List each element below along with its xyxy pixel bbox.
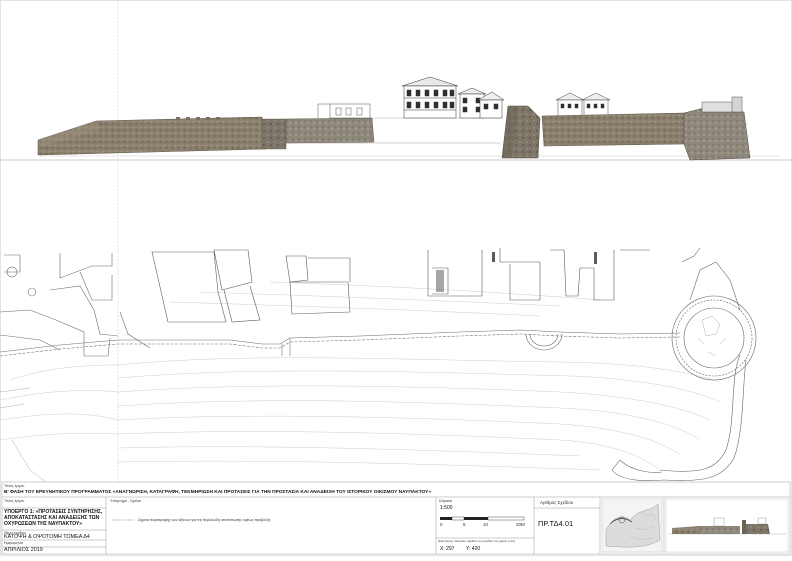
work-title: Β' ΦΑΣΗ ΤΟΥ ΕΡΕΥΝΗΤΙΚΟΥ ΠΡΟΓΡΑΜΜΑΤΟΣ «ΑΝ… [4, 490, 432, 495]
drawing-svg [0, 0, 792, 556]
scale-tick-20: 20M [516, 522, 525, 527]
elevation-house-small [317, 103, 371, 119]
elevation-thumbnail [665, 498, 789, 553]
scale-tick-10: 10 [483, 522, 489, 527]
subproject-label: Τίτλος έργου [4, 499, 25, 503]
date-value: ΑΠΡΙΛΙΟΣ 2019 [4, 547, 43, 553]
plan-bastion-interior [697, 315, 727, 357]
scale-tick-5: 5 [463, 522, 466, 527]
drawing-number: ΠΡ.ΤΔ4.01 [538, 519, 574, 528]
work-title-label: Τίτλος έργου [4, 484, 25, 488]
sheet-border [0, 0, 792, 556]
plan-small-bastion [525, 333, 563, 351]
coord-y: Y: 420 [466, 546, 481, 552]
plan-fortification-wall [0, 329, 681, 357]
elevation-wall-east [541, 112, 687, 147]
coords-label: Διαστάσεις πλαισίου σχεδίου σε μονάδα το… [438, 539, 516, 543]
elevation-wall-centre [285, 117, 375, 144]
elevation-bastion-house [701, 96, 743, 113]
legend-text: Σημεία περιστροφής των αξόνων για την θε… [138, 518, 271, 522]
contours [0, 281, 721, 471]
elevation-house-large [401, 76, 459, 119]
plan-buildings-west [0, 253, 151, 357]
plan-round-bastion [611, 247, 757, 481]
elevation-houses-east [555, 92, 611, 118]
plan-view [0, 247, 757, 483]
key-map [601, 498, 663, 553]
scale-label: Κλίμακα [439, 499, 452, 503]
date-label: Ημερομηνία [4, 541, 24, 545]
drawing-number-label: Αριθμός Σχεδίου [540, 500, 574, 505]
scale-value: 1:500 [440, 505, 453, 511]
subproject-line-3: ΟΧΥΡΩΣΕΩΝ ΤΗΣ ΝΑΥΠΑΚΤΟΥ» [4, 521, 83, 527]
plan-buildings-centre [151, 248, 650, 323]
scale-bar [440, 516, 525, 521]
drawing-sheet: Τίτλος έργου Β' ΦΑΣΗ ΤΟΥ ΕΡΕΥΝΗΤΙΚΟΥ ΠΡΟ… [0, 0, 792, 556]
elevation-view [0, 76, 792, 161]
coord-x: X: 297 [440, 546, 455, 552]
drawing-title: ΚΑΤΟΨΗ & ΟΨΟΤΟΜΗ ΤΟΜΕΑ Δ4 [4, 534, 90, 540]
elevation-bastion [683, 107, 751, 161]
legend-label: Υπόμνημα - Σχόλια [110, 499, 141, 503]
scale-tick-0: 0 [440, 522, 443, 527]
elevation-house-neighbour [457, 87, 505, 119]
